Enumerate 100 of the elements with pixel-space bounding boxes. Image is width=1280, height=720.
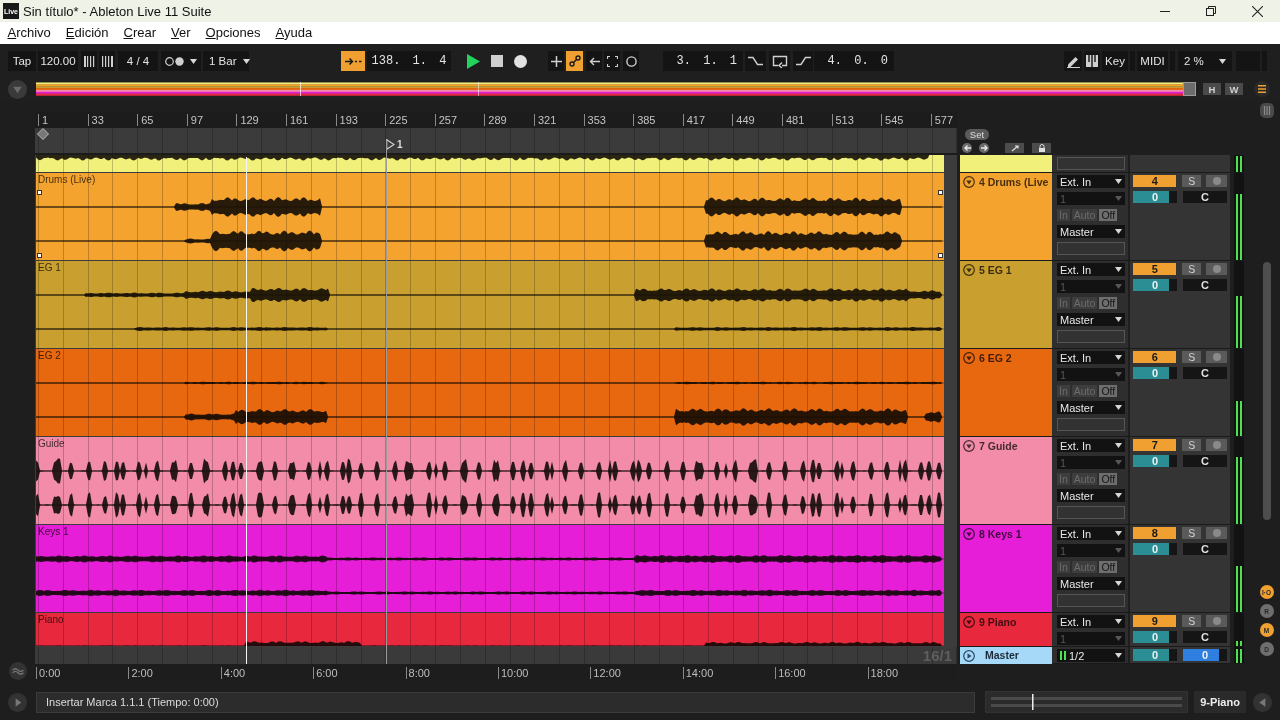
loop-length-field[interactable]: 4. 0. 0 [814,51,894,71]
triangle-down-icon[interactable] [8,79,27,99]
loop-button[interactable] [769,51,790,71]
audio-clip[interactable]: EG 1 [36,261,944,348]
monitor-button[interactable]: Off [1099,385,1118,397]
play-button[interactable] [465,51,482,71]
solo-button[interactable]: S [1182,175,1202,187]
menu-icon[interactable] [1254,81,1270,97]
input-type-dropdown[interactable]: Ext. In [1057,351,1125,364]
input-type-dropdown[interactable]: Ext. In [1057,615,1125,628]
routing-field[interactable] [1057,418,1125,431]
toggle-button[interactable] [623,51,639,71]
track-header[interactable]: 7 Guide [960,437,1052,525]
overview-size-button[interactable]: W [1225,83,1243,95]
toggle-button[interactable] [586,51,602,71]
toggle-button[interactable] [548,51,564,71]
pan-field[interactable]: C [1183,191,1227,203]
routing-field[interactable] [1057,506,1125,519]
selection-handle-icon[interactable] [37,190,42,195]
track-header[interactable]: 4 Drums (Live [960,173,1052,261]
time-signature-field[interactable]: 4 / 4 [118,51,158,71]
triangle-down-icon[interactable] [963,440,975,452]
audio-clip[interactable]: Drums (Live) [36,173,944,260]
triangle-down-icon[interactable] [963,352,975,364]
menu-item[interactable]: Ayuda [268,22,320,44]
solo-button[interactable]: S [1182,439,1202,451]
input-type-dropdown[interactable]: Ext. In [1057,527,1125,540]
triangle-left-icon[interactable] [1253,692,1272,712]
track-activator-button[interactable]: 6 [1133,351,1177,363]
input-type-dropdown[interactable]: Ext. In [1057,263,1125,276]
expand-button[interactable] [1005,143,1024,153]
metronome-dropdown[interactable] [161,51,201,71]
loop-start-field[interactable]: 3. 1. 1 [663,51,743,71]
monitor-button[interactable]: Off [1099,473,1118,485]
input-type-dropdown[interactable]: Ext. In [1057,175,1125,188]
audio-clip[interactable]: Keys 1 [36,525,944,612]
output-dropdown[interactable]: Master [1057,401,1125,414]
audio-clip[interactable]: EG 2 [36,349,944,436]
bars-icon[interactable] [1259,103,1274,118]
triangle-down-icon[interactable] [963,616,975,628]
nudge-down-button[interactable] [81,51,97,71]
solo-button[interactable]: S [1182,351,1202,363]
output-dropdown[interactable]: 1/2 [1057,649,1125,662]
next-locator-button[interactable] [979,143,989,153]
menu-item[interactable]: Ver [163,22,199,44]
track-activator-button[interactable]: 4 [1133,175,1177,187]
follow-button[interactable] [341,51,365,71]
output-dropdown[interactable]: Master [1057,489,1125,502]
selection-handle-icon[interactable] [938,253,943,258]
lock-button[interactable] [1032,143,1051,153]
pan-field[interactable]: C [1183,631,1227,643]
volume-slider[interactable]: 0 [1133,631,1177,643]
audio-clip[interactable]: Piano [36,613,944,646]
output-dropdown[interactable]: Master [1057,313,1125,326]
volume-slider[interactable]: 0 [1133,455,1177,467]
triangle-outline-icon[interactable] [386,139,395,150]
triangle-down-icon[interactable] [963,528,975,540]
song-position-field[interactable]: 138. 1. 4 [367,51,451,71]
monitor-button[interactable]: Off [1099,209,1118,221]
pan-field[interactable]: C [1183,279,1227,291]
overview-size-button[interactable]: H [1203,83,1221,95]
input-type-dropdown[interactable]: Ext. In [1057,439,1125,452]
monitor-button[interactable]: Off [1099,561,1118,573]
scrollbar-thumb[interactable] [1262,262,1271,520]
play-circle-icon[interactable] [8,692,27,712]
triangle-down-icon[interactable] [963,264,975,276]
menu-item[interactable]: Archivo [0,22,59,44]
volume-slider[interactable]: 0 [1133,543,1177,555]
solo-button[interactable]: S [1182,263,1202,275]
routing-field[interactable] [1057,594,1125,607]
toggle-button[interactable] [604,51,620,71]
track-activator-button[interactable]: 5 [1133,263,1177,275]
output-dropdown[interactable]: Master [1057,577,1125,590]
tap-button[interactable]: Tap [8,51,36,71]
audio-clip[interactable]: Guide [36,437,944,524]
triangle-right-icon[interactable] [963,649,975,662]
wave-icon[interactable] [8,662,27,680]
key-map-button[interactable]: Key [1102,51,1128,71]
previous-locator-button[interactable] [962,143,972,153]
track-header[interactable]: 9 Piano [960,613,1052,647]
toggle-button[interactable] [566,51,583,71]
volume-slider[interactable]: 0 [1133,649,1177,661]
solo-button[interactable]: S [1182,527,1202,539]
menu-item[interactable]: Edición [58,22,116,44]
cue-volume-slider[interactable]: 0 [1183,649,1227,661]
tempo-field[interactable]: 120.00 [38,51,78,71]
pan-field[interactable]: C [1183,367,1227,379]
pan-field[interactable]: C [1183,455,1227,467]
solo-button[interactable]: S [1182,615,1202,627]
selection-handle-icon[interactable] [37,253,42,258]
monitor-button[interactable]: Off [1099,297,1118,309]
track-header[interactable]: 6 EG 2 [960,349,1052,437]
track-activator-button[interactable]: 9 [1133,615,1177,627]
routing-field[interactable] [1057,157,1125,170]
nudge-up-button[interactable] [99,51,115,71]
volume-slider[interactable]: 0 [1133,191,1177,203]
menu-item[interactable]: Opciones [198,22,268,44]
set-button[interactable]: Set [965,129,989,140]
triangle-down-icon[interactable] [963,176,975,188]
volume-slider[interactable]: 0 [1133,367,1177,379]
